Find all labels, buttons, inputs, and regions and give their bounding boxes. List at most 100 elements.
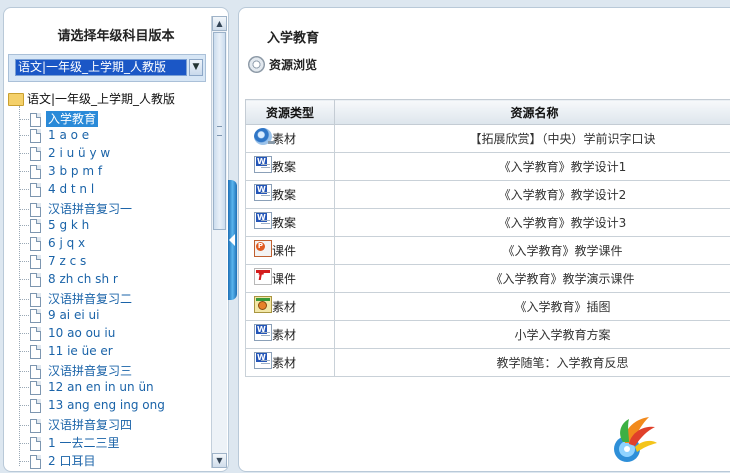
resource-type-cell: 素材	[245, 124, 335, 153]
tree-item-label[interactable]: 8 zh ch sh r	[46, 271, 120, 287]
tree-item-label[interactable]: 5 g k h	[46, 217, 91, 233]
tree-item-label[interactable]: 4 d t n l	[46, 181, 96, 197]
tree-item-label[interactable]: 汉语拼音复习二	[46, 291, 134, 307]
resource-table: 资源类型 资源名称 素材【拓展欣赏】（中央）学前识字口诀教案《入学教育》教学设计…	[245, 99, 730, 377]
tree-branch-line	[19, 261, 29, 262]
tree-item-label[interactable]: 10 ao ou iu	[46, 325, 117, 341]
table-row[interactable]: 教案 《入学教育》教学设计1	[245, 152, 730, 181]
tree-item[interactable]: 12 an en in un ün	[19, 380, 156, 397]
tree-item-label[interactable]: 汉语拼音复习一	[46, 201, 134, 217]
tree-item[interactable]: 3 b p m f	[19, 164, 104, 181]
resource-type-label: 素材	[272, 356, 297, 370]
panel-splitter[interactable]	[228, 180, 237, 300]
disc-icon	[248, 56, 265, 73]
image-icon	[254, 296, 272, 313]
resource-type-cell: 素材	[245, 348, 335, 377]
resource-type-label: 教案	[272, 216, 297, 230]
resource-name-link[interactable]: 【拓展欣赏】（中央）学前识字口诀	[334, 124, 730, 153]
tree-item[interactable]: 11 ie üe er	[19, 344, 115, 361]
tree-item-label[interactable]: 7 z c s	[46, 253, 88, 269]
resource-name-link[interactable]: 《入学教育》教学设计1	[334, 152, 730, 181]
resource-name-link[interactable]: 教学随笔：入学教育反思	[334, 348, 730, 377]
tree-item[interactable]: 10 ao ou iu	[19, 326, 117, 343]
chevron-down-icon[interactable]: ▼	[189, 59, 203, 76]
tree-item[interactable]: 1 一去二三里	[19, 434, 121, 451]
tree-item[interactable]: 7 z c s	[19, 254, 88, 271]
resource-type-label: 素材	[272, 300, 297, 314]
right-panel: 入学教育 资源浏览 资源类型 资源名称 素材 【拓展欣赏】（中央）学前识字口诀教案…	[238, 7, 730, 472]
table-row[interactable]: 素材 【拓展欣赏】（中央）学前识字口诀	[245, 124, 730, 153]
left-panel-title: 请选择年级科目版本	[57, 29, 175, 44]
tree-item[interactable]: 入学教育	[19, 110, 99, 127]
table-row[interactable]: 教案 《入学教育》教学设计2	[245, 180, 730, 209]
tree-item[interactable]: 2 口耳目	[19, 452, 97, 469]
tree-item-label[interactable]: 1 a o e	[46, 127, 91, 143]
tree-item-label[interactable]: 汉语拼音复习四	[46, 417, 134, 433]
tree-root[interactable]: 语文|一年级_上学期_人教版	[8, 90, 175, 106]
tree-item[interactable]: 汉语拼音复习一	[19, 200, 134, 217]
tree-item[interactable]: 汉语拼音复习四	[19, 416, 134, 433]
word-doc-icon	[254, 156, 272, 173]
document-icon	[30, 344, 41, 359]
logo-icon	[614, 417, 657, 462]
collapse-arrow-icon[interactable]	[229, 234, 235, 246]
tree-item-label[interactable]: 入学教育	[46, 111, 99, 127]
resource-name-link[interactable]: 《入学教育》插图	[334, 292, 730, 321]
column-header-name: 资源名称	[334, 99, 730, 125]
resource-type-cell: 课件	[245, 236, 335, 265]
tree-item[interactable]: 6 j q x	[19, 236, 87, 253]
resource-name-link[interactable]: 小学入学教育方案	[334, 320, 730, 349]
page-title: 入学教育	[267, 31, 320, 46]
tree-item[interactable]: 汉语拼音复习三	[19, 362, 134, 379]
tree-item-label[interactable]: 2 i u ü y w	[46, 145, 112, 161]
document-icon	[30, 380, 41, 395]
tree-branch-line	[19, 425, 29, 426]
resource-name-link[interactable]: 《入学教育》教学演示课件	[334, 264, 730, 293]
tree-item-label[interactable]: 1 一去二三里	[46, 435, 121, 451]
table-row[interactable]: 素材 教学随笔：入学教育反思	[245, 348, 730, 377]
tree-item-label[interactable]: 6 j q x	[46, 235, 87, 251]
scroll-thumb[interactable]	[213, 32, 226, 230]
resource-type-label: 课件	[272, 272, 297, 286]
tree-branch-line	[19, 405, 29, 406]
scroll-down-icon[interactable]: ▼	[212, 453, 227, 468]
tree-item-label[interactable]: 12 an en in un ün	[46, 379, 156, 395]
resource-name-link[interactable]: 《入学教育》教学课件	[334, 236, 730, 265]
tree-item[interactable]: 4 d t n l	[19, 182, 96, 199]
tree-item[interactable]: 2 i u ü y w	[19, 146, 112, 163]
tree-item[interactable]: 汉语拼音复习二	[19, 290, 134, 307]
table-row[interactable]: 教案 《入学教育》教学设计3	[245, 208, 730, 237]
version-select[interactable]: 语文|一年级_上学期_人教版 ▼	[8, 54, 206, 82]
document-icon	[30, 218, 41, 233]
resource-type-cell: 素材	[245, 292, 335, 321]
resource-name-link[interactable]: 《入学教育》教学设计3	[334, 208, 730, 237]
table-row[interactable]: 课件 《入学教育》教学演示课件	[245, 264, 730, 293]
resource-name-link[interactable]: 《入学教育》教学设计2	[334, 180, 730, 209]
version-select-value[interactable]: 语文|一年级_上学期_人教版	[15, 59, 187, 76]
word-doc-icon	[254, 212, 272, 229]
tree-scrollbar[interactable]: ▲ ▼	[211, 16, 227, 468]
folder-icon	[8, 93, 24, 106]
left-panel: 请选择年级科目版本 语文|一年级_上学期_人教版 ▼ 语文|一年级_上学期_人教…	[3, 7, 229, 472]
document-icon	[30, 112, 41, 127]
tree-item[interactable]: 1 a o e	[19, 128, 91, 145]
tree-item[interactable]: 13 ang eng ing ong	[19, 398, 167, 415]
tree-item-label[interactable]: 9 ai ei ui	[46, 307, 101, 323]
table-row[interactable]: 素材 小学入学教育方案	[245, 320, 730, 349]
tree-branch-line	[19, 315, 29, 316]
table-row[interactable]: 课件 《入学教育》教学课件	[245, 236, 730, 265]
document-icon	[30, 182, 41, 197]
tree-root-label: 语文|一年级_上学期_人教版	[27, 92, 176, 106]
scroll-up-icon[interactable]: ▲	[212, 16, 227, 31]
tree-item-label[interactable]: 13 ang eng ing ong	[46, 397, 167, 413]
tree-item[interactable]: 9 ai ei ui	[19, 308, 101, 325]
tree-item-label[interactable]: 3 b p m f	[46, 163, 104, 179]
tree-item[interactable]: 8 zh ch sh r	[19, 272, 120, 289]
table-row[interactable]: 素材 《入学教育》插图	[245, 292, 730, 321]
tree-item[interactable]: 5 g k h	[19, 218, 91, 235]
tree-item-label[interactable]: 2 口耳目	[46, 453, 97, 469]
tree-item-label[interactable]: 汉语拼音复习三	[46, 363, 134, 379]
tree-item-label[interactable]: 11 ie üe er	[46, 343, 115, 359]
document-icon	[30, 398, 41, 413]
tree-branch-line	[19, 209, 29, 210]
